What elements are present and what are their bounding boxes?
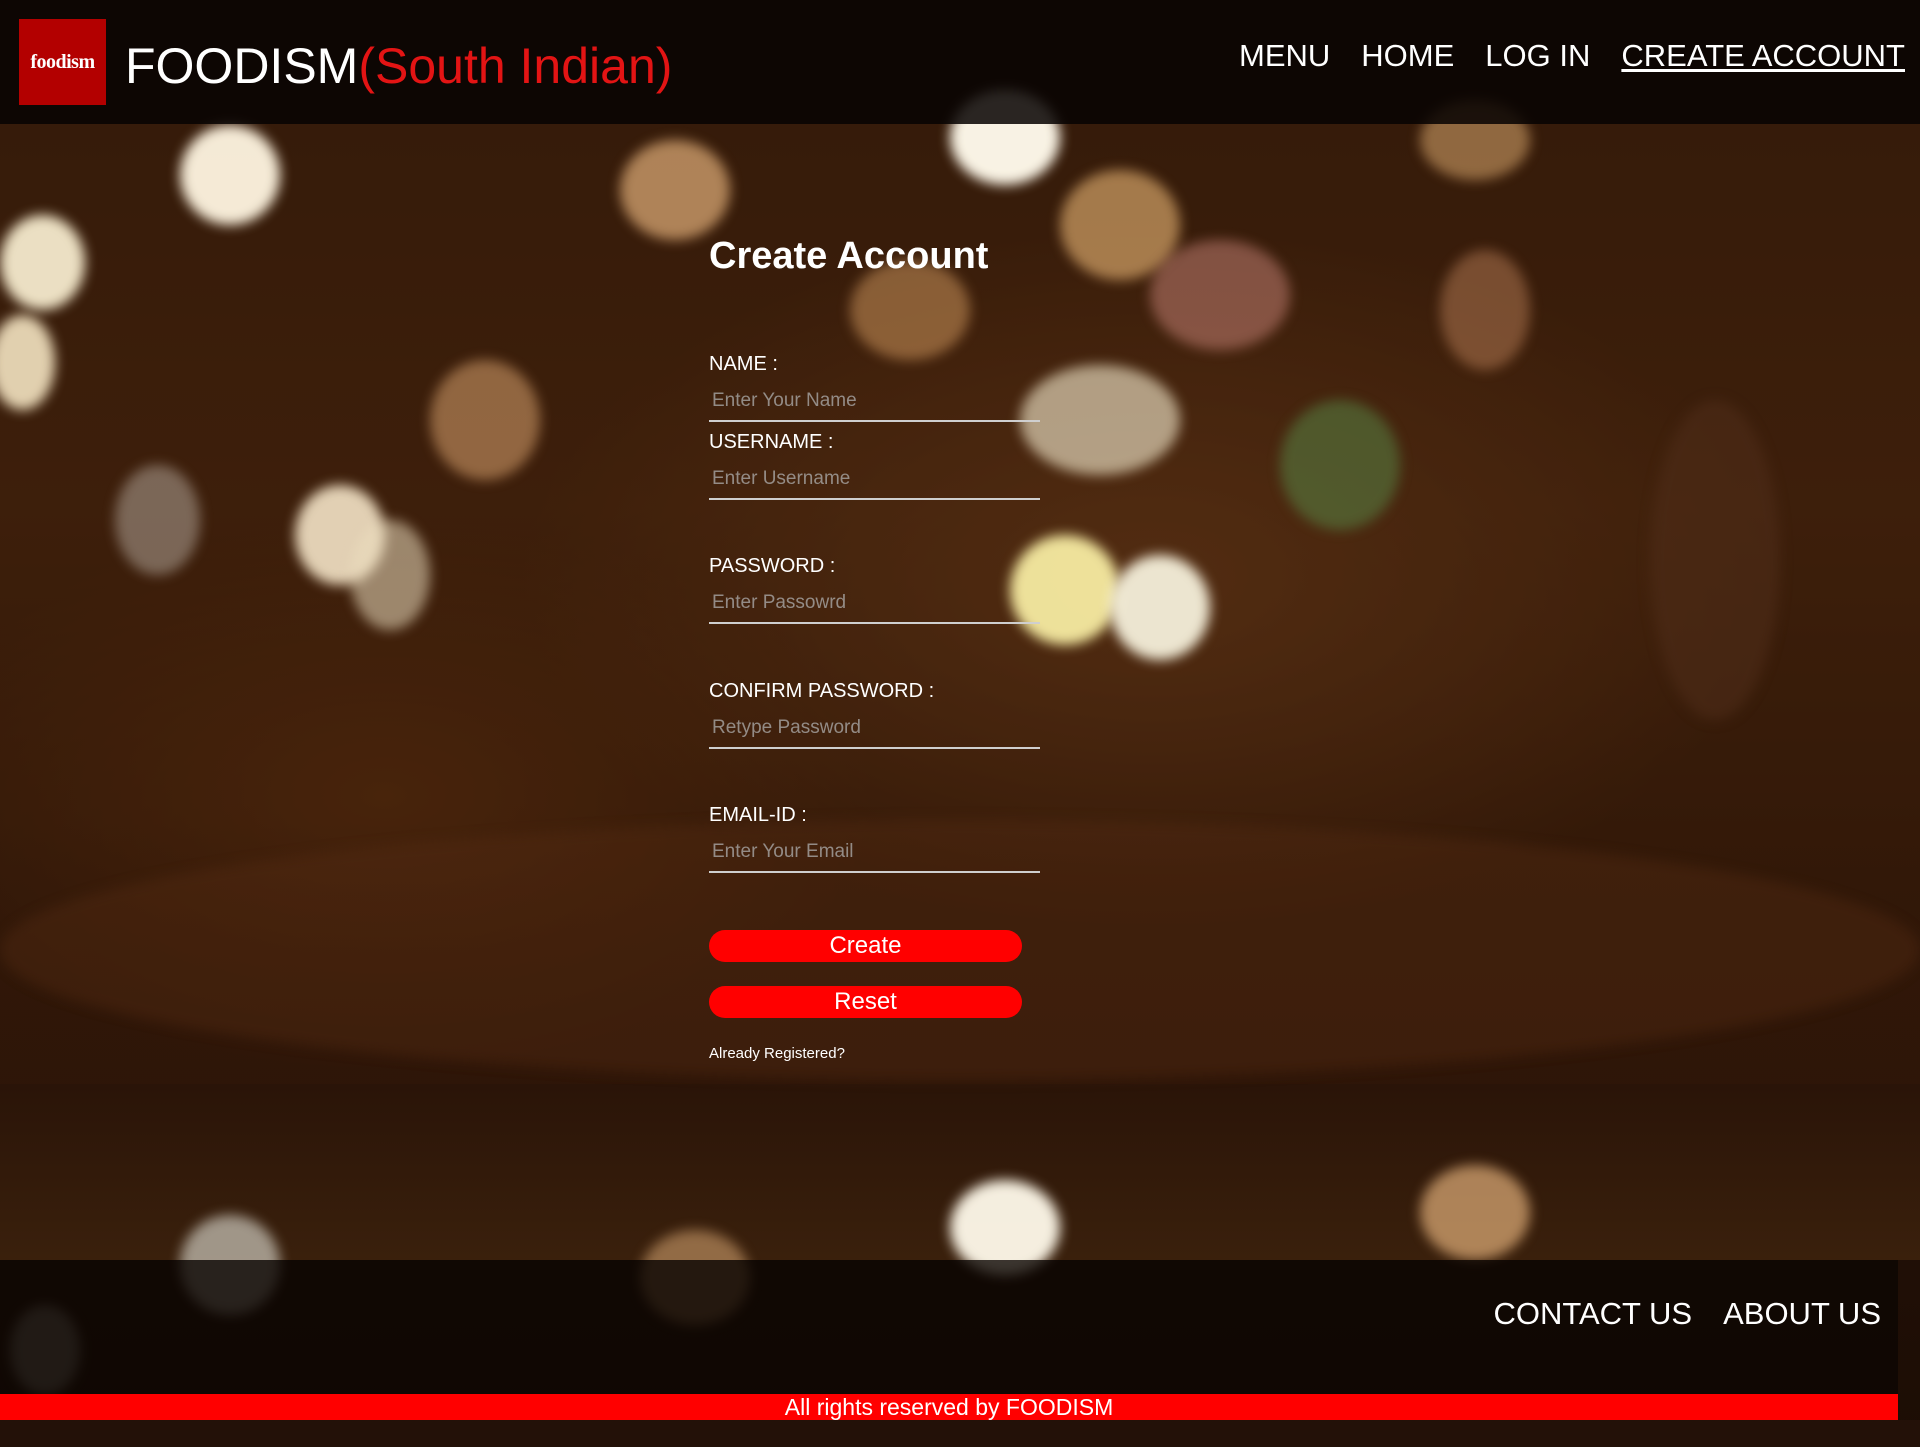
nav-menu[interactable]: MENU bbox=[1239, 36, 1330, 76]
footer: CONTACT US ABOUT US bbox=[0, 1260, 1898, 1394]
brand-sub: (South Indian) bbox=[358, 38, 673, 94]
logo-text: foodism bbox=[30, 50, 95, 73]
form-fields-layer: USERNAME : PASSWORD : CONFIRM PASSWORD :… bbox=[709, 0, 1049, 1100]
main-nav: MENU HOME LOG IN CREATE ACCOUNT bbox=[1239, 36, 1905, 76]
footer-links: CONTACT US ABOUT US bbox=[1493, 1294, 1881, 1334]
footer-about-us[interactable]: ABOUT US bbox=[1723, 1294, 1881, 1334]
foodism-logo[interactable]: foodism bbox=[19, 19, 106, 105]
password-input[interactable] bbox=[709, 584, 1040, 624]
nav-log-in[interactable]: LOG IN bbox=[1485, 36, 1590, 76]
brand-main: FOODISM bbox=[125, 38, 359, 94]
copyright-bar: All rights reserved by FOODISM bbox=[0, 1394, 1898, 1420]
confirm-password-label: CONFIRM PASSWORD : bbox=[709, 680, 935, 702]
site-title: FOODISM(South Indian) bbox=[125, 36, 672, 96]
create-button[interactable]: Create bbox=[709, 930, 1022, 962]
bottom-strip bbox=[0, 1420, 1920, 1447]
password-label: PASSWORD : bbox=[709, 555, 836, 577]
copyright-text: All rights reserved by FOODISM bbox=[784, 1394, 1114, 1420]
footer-contact-us[interactable]: CONTACT US bbox=[1493, 1294, 1692, 1334]
nav-create-account[interactable]: CREATE ACCOUNT bbox=[1621, 36, 1905, 76]
nav-home[interactable]: HOME bbox=[1361, 36, 1454, 76]
confirm-password-input[interactable] bbox=[709, 709, 1040, 749]
username-input[interactable] bbox=[709, 460, 1040, 500]
already-registered-link[interactable]: Already Registered? bbox=[709, 1045, 845, 1062]
reset-button[interactable]: Reset bbox=[709, 986, 1022, 1018]
email-input[interactable] bbox=[709, 833, 1040, 873]
username-label: USERNAME : bbox=[709, 431, 834, 453]
email-label: EMAIL-ID : bbox=[709, 804, 807, 826]
